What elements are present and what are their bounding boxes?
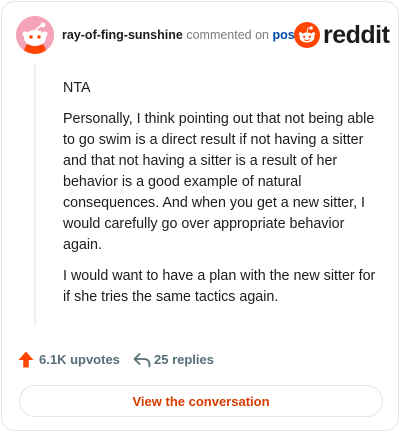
replies-button[interactable]: 25 replies — [133, 349, 243, 371]
comment-body: NTA Personally, I think pointing out tha… — [63, 78, 383, 318]
reddit-logo-icon — [294, 22, 320, 48]
meta-connector: commented on — [186, 28, 270, 42]
comment-paragraph: Personally, I think pointing out that no… — [63, 111, 375, 253]
replies-count: 25 replies — [154, 352, 214, 367]
upvote-count: 6.1K upvotes — [39, 352, 120, 367]
snoo-avatar-icon[interactable] — [16, 16, 54, 54]
view-conversation-button[interactable]: View the conversation — [19, 385, 383, 417]
upvote-arrow-icon — [18, 351, 34, 368]
comment-paragraph: NTA — [63, 80, 91, 96]
comment-meta: ray-of-fing-sunshine commented on post — [62, 27, 299, 43]
reddit-brand[interactable]: reddit — [294, 20, 390, 50]
comment-card: ray-of-fing-sunshine commented on post r… — [1, 1, 399, 431]
upvote-button[interactable]: 6.1K upvotes — [18, 349, 128, 371]
comment-paragraph: I would want to have a plan with the new… — [63, 268, 376, 305]
view-conversation-label: View the conversation — [132, 393, 270, 409]
comment-header: ray-of-fing-sunshine commented on post r… — [16, 16, 390, 54]
reddit-wordmark: reddit — [323, 21, 390, 49]
comment-actions: 6.1K upvotes 25 replies — [18, 349, 318, 371]
thread-line — [34, 64, 36, 326]
reply-arrow-icon — [133, 353, 151, 368]
author-name[interactable]: ray-of-fing-sunshine — [62, 28, 183, 42]
